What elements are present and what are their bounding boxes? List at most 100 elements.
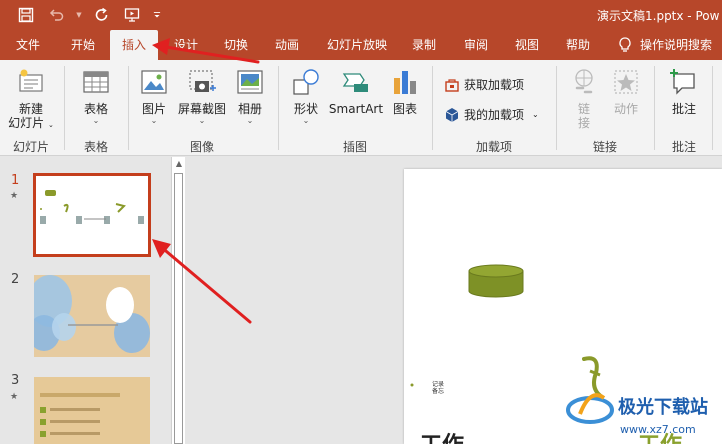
scroll-up-button[interactable]: ▲ [172, 159, 186, 171]
quick-access-toolbar: ▼ [0, 0, 164, 30]
slide-thumbnail-2[interactable] [34, 275, 150, 357]
chart-label: 图表 [392, 102, 417, 116]
comment-label: 批注 [671, 102, 696, 116]
group-separator [654, 66, 655, 150]
action-star-icon [614, 70, 638, 94]
save-button[interactable] [14, 3, 38, 27]
screenshot-button[interactable]: 屏幕截图 ⌄ [176, 66, 228, 126]
link-button[interactable]: 链 接 [564, 66, 604, 130]
new-slide-button[interactable]: 新建 幻灯片 ⌄ [6, 66, 56, 132]
undo-icon [49, 9, 64, 21]
tab-help[interactable]: 帮助 [560, 30, 596, 60]
lightbulb-icon [619, 37, 631, 52]
start-from-beginning-icon [124, 8, 140, 22]
comment-button[interactable]: 批注 [662, 66, 706, 116]
site-watermark: 极光下载站 [566, 384, 708, 428]
group-label-slides: 幻灯片 [12, 140, 49, 154]
link-icon [575, 69, 593, 94]
thumbnail-1-content [40, 190, 144, 224]
action-button[interactable]: 动作 [606, 66, 646, 116]
start-from-beginning-button[interactable] [120, 3, 144, 27]
photo-album-button[interactable]: 相册 ⌄ [230, 66, 270, 126]
screenshot-icon [189, 70, 216, 92]
shapes-button[interactable]: 形状 ⌄ [286, 66, 326, 126]
undo-button[interactable] [44, 3, 68, 27]
tab-record[interactable]: 录制 [406, 30, 442, 60]
group-separator [432, 66, 433, 150]
tab-transitions[interactable]: 切换 [218, 30, 254, 60]
slide-number: 3 [11, 373, 20, 388]
slide-number: 1 [11, 173, 20, 188]
tab-review[interactable]: 审阅 [458, 30, 494, 60]
document-title: 演示文稿1.pptx - Pow [597, 9, 720, 23]
link-label-2: 接 [577, 116, 590, 130]
group-label-illustrations: 插图 [342, 140, 367, 154]
customize-quick-access-button[interactable] [150, 3, 164, 27]
animation-star-icon: ★ [10, 191, 19, 201]
chevron-down-icon: ⌄ [246, 116, 254, 125]
comment-icon [670, 69, 695, 95]
chart-icon [394, 71, 416, 94]
group-label-tables: 表格 [83, 140, 108, 154]
shapes-label: 形状 [293, 102, 318, 116]
chart-button[interactable]: 图表 [386, 66, 424, 116]
chevron-up-icon: ▲ [175, 159, 183, 168]
group-separator [64, 66, 65, 150]
link-label-1: 链 [577, 102, 590, 116]
tab-slideshow[interactable]: 幻灯片放映 [322, 30, 392, 60]
action-label: 动作 [613, 102, 638, 116]
redo-button[interactable] [90, 3, 114, 27]
store-icon [445, 78, 459, 92]
tab-view[interactable]: 视图 [508, 30, 546, 60]
thumbnail-3-content [34, 377, 150, 444]
scroll-thumb[interactable] [174, 173, 183, 444]
new-slide-icon [19, 69, 43, 92]
thumbnail-2-content [34, 275, 150, 357]
group-separator [556, 66, 557, 150]
chevron-down-icon: ▼ [76, 11, 82, 19]
redo-icon [95, 7, 108, 21]
group-separator [128, 66, 129, 150]
ribbon-tabs: 文件 开始 插入 设计 切换 动画 幻灯片放映 录制 审阅 视图 帮助 操作说明… [0, 30, 722, 60]
tab-design[interactable]: 设计 [168, 30, 204, 60]
slide-thumbnail-3[interactable] [34, 377, 150, 444]
get-addins-label: 获取加载项 [464, 78, 525, 92]
tab-home[interactable]: 开始 [62, 30, 104, 60]
chevron-down-icon: ⌄ [150, 116, 158, 125]
slide-thumbnail-1[interactable] [33, 173, 151, 257]
chevron-down-icon: ⌄ [532, 110, 539, 119]
tab-insert[interactable]: 插入 [110, 30, 158, 60]
photo-album-icon [237, 70, 263, 94]
group-label-links: 链接 [592, 140, 617, 154]
save-icon [18, 7, 34, 23]
ribbon-insert: 新建 幻灯片 ⌄ 幻灯片 表格 ⌄ 表格 图片 ⌄ 屏幕截图 ⌄ 相册 ⌄ 图像… [0, 60, 722, 156]
new-slide-label-2: 幻灯片 [8, 116, 45, 130]
table-icon [83, 71, 109, 93]
shapes-icon [293, 69, 319, 95]
customize-icon [153, 12, 161, 18]
undo-dropdown[interactable]: ▼ [74, 3, 84, 27]
smartart-button[interactable]: SmartArt [328, 66, 384, 116]
watermark-logo-icon [566, 393, 614, 424]
new-slide-label-1: 新建 [18, 102, 43, 116]
screenshot-label: 屏幕截图 [177, 102, 226, 116]
picture-icon [141, 70, 167, 94]
photo-album-label: 相册 [237, 102, 262, 116]
table-button[interactable]: 表格 ⌄ [74, 66, 118, 126]
tell-me-search[interactable]: 操作说明搜索 [640, 30, 722, 60]
picture-label: 图片 [141, 102, 166, 116]
group-separator [712, 66, 713, 150]
slide-small-label: 记录 备忘 [432, 381, 445, 395]
tab-animations[interactable]: 动画 [268, 30, 306, 60]
group-separator [278, 66, 279, 150]
tab-file[interactable]: 文件 [8, 30, 48, 60]
my-addins-label: 我的加载项 [464, 108, 525, 122]
title-bar: ▼ 演示文稿1.pptx - Pow [0, 0, 722, 30]
picture-button[interactable]: 图片 ⌄ [134, 66, 174, 126]
watermark-url: www.xz7.com [620, 423, 696, 436]
thumbnail-scrollbar[interactable]: ▲ [171, 157, 185, 444]
chevron-down-icon: ⌄ [92, 116, 100, 125]
get-addins-button[interactable]: 获取加载项 [444, 76, 524, 93]
my-addins-button[interactable]: 我的加载项 ⌄ [444, 106, 539, 123]
addin-cube-icon [445, 107, 459, 122]
